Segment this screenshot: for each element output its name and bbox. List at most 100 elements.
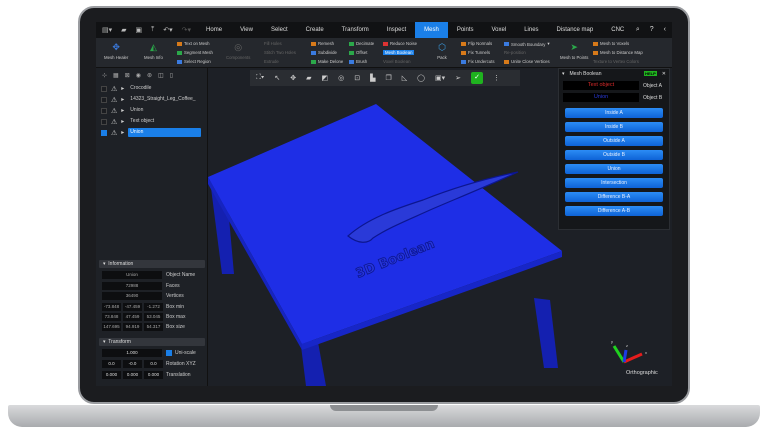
mesh-boolean-button[interactable]: Mesh Boolean bbox=[383, 50, 414, 55]
tab-transform[interactable]: Transform bbox=[333, 22, 378, 38]
unite-close-vertices-button[interactable]: Unite Close Vertices bbox=[504, 59, 550, 64]
smooth-boundary-button[interactable]: Smooth Boundary▾ bbox=[504, 41, 550, 47]
pointer-icon[interactable]: ➢ bbox=[455, 74, 461, 82]
paint-icon[interactable]: ◩ bbox=[321, 74, 328, 82]
decimate-button[interactable]: Decimate bbox=[349, 41, 374, 46]
fix-undercuts-button[interactable]: Fix Undercuts bbox=[461, 59, 495, 64]
redo-icon[interactable]: ↷▾ bbox=[182, 26, 191, 34]
text-on-mesh-button[interactable]: Text on Mesh bbox=[177, 41, 210, 46]
move-icon[interactable]: ✥ bbox=[290, 74, 296, 82]
mesh-to-voxels-button[interactable]: Mesh to Voxels bbox=[593, 41, 629, 46]
collapse-icon[interactable]: ▾ bbox=[562, 71, 565, 77]
visibility-checkbox[interactable] bbox=[101, 130, 107, 136]
save-icon[interactable]: ▣ bbox=[136, 26, 143, 34]
make-delone-button[interactable]: Make Delone bbox=[311, 59, 343, 64]
inside-a-button[interactable]: Inside A bbox=[565, 108, 663, 118]
translation-y-field[interactable]: 0.000 bbox=[123, 371, 142, 379]
scale-field[interactable]: 1.000 bbox=[102, 349, 162, 357]
tab-create[interactable]: Create bbox=[297, 22, 333, 38]
tab-view[interactable]: View bbox=[231, 22, 262, 38]
offset-button[interactable]: Offset bbox=[349, 50, 367, 55]
tab-voxel[interactable]: Voxel bbox=[483, 22, 516, 38]
rotation-z-field[interactable]: 0.0 bbox=[144, 360, 163, 368]
mesh-to-points-button[interactable]: ➤Mesh to Points bbox=[560, 42, 588, 60]
information-header[interactable]: ▾ Information bbox=[99, 260, 205, 268]
tab-select[interactable]: Select bbox=[262, 22, 297, 38]
mesh-to-distance-map-button[interactable]: Mesh to Distance Map bbox=[593, 50, 643, 55]
tab-lines[interactable]: Lines bbox=[515, 22, 547, 38]
stitch-two-holes-button[interactable]: Stitch Two Holes bbox=[264, 50, 296, 55]
outside-b-button[interactable]: Outside B bbox=[565, 150, 663, 160]
mesh-info-button[interactable]: ◭Mesh Info bbox=[144, 42, 163, 60]
help-button[interactable]: HELP bbox=[644, 71, 657, 76]
extrude-button[interactable]: Extrude bbox=[264, 59, 279, 64]
toggle-active-icon[interactable]: ✓ bbox=[471, 72, 483, 84]
object-a-field[interactable]: Text object bbox=[563, 81, 639, 90]
visibility-checkbox[interactable] bbox=[101, 97, 107, 103]
reposition-button[interactable]: Re-position bbox=[504, 50, 526, 55]
view-mode-icon[interactable]: ▣▾ bbox=[435, 74, 445, 82]
brush-button[interactable]: Brush bbox=[349, 59, 367, 64]
search-icon[interactable]: ⌕ bbox=[636, 26, 640, 34]
tab-mesh[interactable]: Mesh bbox=[415, 22, 448, 38]
visibility-checkbox[interactable] bbox=[101, 119, 107, 125]
tab-cnc[interactable]: CNC bbox=[602, 22, 633, 38]
visibility-checkbox[interactable] bbox=[101, 86, 107, 92]
export-icon[interactable]: ⤒ bbox=[151, 26, 154, 34]
components-button[interactable]: ◎Components bbox=[226, 42, 250, 60]
expand-icon[interactable]: ▸ bbox=[121, 118, 124, 125]
tab-inspect[interactable]: Inspect bbox=[378, 22, 415, 38]
open-folder-icon[interactable]: ▰ bbox=[121, 26, 126, 34]
show-icon[interactable]: ◉ bbox=[136, 72, 141, 79]
pack-button[interactable]: ⬡Pack bbox=[436, 42, 448, 60]
tree-item[interactable]: ⚠▸14323_Straight_Leg_Coffee_ bbox=[96, 94, 207, 105]
new-icon[interactable]: ▤▾ bbox=[102, 26, 112, 34]
download-icon[interactable]: ⊛ bbox=[147, 72, 152, 79]
add-group-icon[interactable]: ⊹ bbox=[102, 72, 107, 79]
flip-normals-button[interactable]: Flip Normals bbox=[461, 41, 492, 46]
rotation-y-field[interactable]: -0.0 bbox=[123, 360, 142, 368]
fit-icon[interactable]: ⛶▾ bbox=[256, 74, 264, 82]
translation-x-field[interactable]: 0.000 bbox=[102, 371, 121, 379]
translation-z-field[interactable]: 0.000 bbox=[144, 371, 163, 379]
inside-b-button[interactable]: Inside B bbox=[565, 122, 663, 132]
tab-points[interactable]: Points bbox=[448, 22, 483, 38]
expand-icon[interactable]: ▸ bbox=[121, 107, 124, 114]
remesh-button[interactable]: Remesh bbox=[311, 41, 334, 46]
union-button[interactable]: Union bbox=[565, 164, 663, 174]
clip-icon[interactable]: ◺ bbox=[402, 74, 407, 82]
orbit-icon[interactable]: ◎ bbox=[338, 74, 344, 82]
voxel-boolean-button[interactable]: Voxel Boolean bbox=[383, 59, 410, 64]
tree-item[interactable]: ⚠▸Union bbox=[96, 105, 207, 116]
expand-icon[interactable]: ▸ bbox=[121, 129, 124, 136]
hide-icon[interactable]: ⊠ bbox=[125, 72, 130, 79]
difference-b-a-button[interactable]: Difference B-A bbox=[565, 192, 663, 202]
tab-distance-map[interactable]: Distance map bbox=[548, 22, 603, 38]
tree-item[interactable]: ⚠▸Union bbox=[96, 127, 207, 138]
texture-to-vertex-colors-button[interactable]: Texture to Vertex Colors bbox=[593, 59, 639, 64]
lasso-icon[interactable]: ◯ bbox=[417, 74, 425, 82]
select-region-button[interactable]: Select Region bbox=[177, 59, 211, 64]
close-icon[interactable]: ✕ bbox=[662, 71, 666, 77]
transform-header[interactable]: ▾ Transform bbox=[99, 338, 205, 346]
intersection-button[interactable]: Intersection bbox=[565, 178, 663, 188]
frame-icon[interactable]: ▦ bbox=[113, 72, 119, 79]
object-name-field[interactable]: Union bbox=[102, 271, 162, 279]
tree-item[interactable]: ⚠▸Crocodile bbox=[96, 83, 207, 94]
fill-holes-button[interactable]: Fill Holes bbox=[264, 41, 282, 46]
duplicate-icon[interactable]: ❐ bbox=[385, 74, 391, 82]
uniscale-checkbox[interactable] bbox=[166, 350, 172, 356]
difference-a-b-button[interactable]: Difference A-B bbox=[565, 206, 663, 216]
fix-tunnels-button[interactable]: Fix Tunnels bbox=[461, 50, 490, 55]
segment-mesh-button[interactable]: Segment Mesh bbox=[177, 50, 213, 55]
mesh-healer-button[interactable]: ✥Mesh Healer bbox=[104, 42, 128, 60]
collapse-icon[interactable]: ‹ bbox=[664, 26, 666, 34]
expand-icon[interactable]: ▸ bbox=[121, 85, 124, 92]
visibility-checkbox[interactable] bbox=[101, 108, 107, 114]
camera-icon[interactable]: ▰ bbox=[306, 74, 311, 82]
expand-icon[interactable]: ▸ bbox=[121, 96, 124, 103]
print-icon[interactable]: ▙ bbox=[370, 74, 375, 82]
box-select-icon[interactable]: ⊡ bbox=[354, 74, 360, 82]
object-b-field[interactable]: Union bbox=[563, 93, 639, 102]
tab-home[interactable]: Home bbox=[197, 22, 231, 38]
